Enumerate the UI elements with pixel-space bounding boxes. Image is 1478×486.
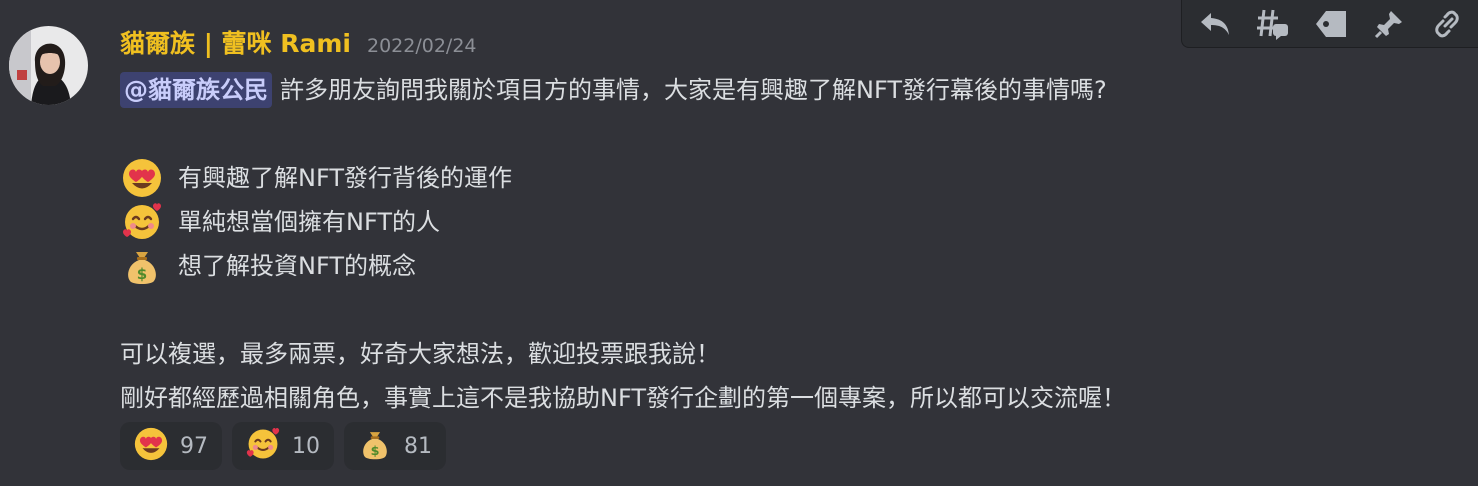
reaction-count: 81 <box>404 433 432 459</box>
create-thread-button[interactable] <box>1244 2 1302 46</box>
message-text: 可以複選，最多兩票，好奇大家想法，歡迎投票跟我說！ <box>120 340 720 368</box>
pin-icon <box>1374 9 1404 39</box>
message-line: @貓爾族公民 許多朋友詢問我關於項目方的事情，大家是有興趣了解NFT發行幕後的事… <box>120 68 1470 112</box>
svg-text:$: $ <box>371 444 380 459</box>
message-line: 剛好都經歷過相關角色，事實上這不是我協助NFT發行企劃的第一個專案，所以都可以交… <box>120 376 1470 420</box>
reaction-smiling-hearts[interactable]: 10 <box>232 422 334 470</box>
reaction-count: 10 <box>292 433 320 459</box>
reactions-bar: 97 10 $ 81 <box>120 422 446 470</box>
svg-text:$: $ <box>137 265 147 283</box>
message-text: 許多朋友詢問我關於項目方的事情，大家是有興趣了解NFT發行幕後的事情嗎? <box>280 76 1107 104</box>
reply-icon <box>1199 10 1231 38</box>
heart-eyes-emoji-icon <box>134 427 168 465</box>
tag-icon <box>1314 9 1348 39</box>
option-line: $ 想了解投資NFT的概念 <box>120 244 1470 288</box>
reply-button[interactable] <box>1186 2 1244 46</box>
option-text: 想了解投資NFT的概念 <box>178 252 416 280</box>
option-text: 單純想當個擁有NFT的人 <box>178 208 440 236</box>
message-text: 剛好都經歷過相關角色，事實上這不是我協助NFT發行企劃的第一個專案，所以都可以交… <box>120 384 1126 412</box>
money-bag-emoji-icon: $ <box>358 427 392 465</box>
option-line: 單純想當個擁有NFT的人 <box>120 200 1470 244</box>
message-actions-toolbar <box>1181 0 1478 48</box>
smiling-face-with-hearts-emoji-icon <box>120 200 164 244</box>
copy-link-button[interactable] <box>1418 2 1476 46</box>
create-thread-icon <box>1256 8 1290 40</box>
reaction-count: 97 <box>180 433 208 459</box>
heart-eyes-emoji-icon <box>120 156 164 200</box>
username[interactable]: 貓爾族 | 蕾咪 Rami <box>120 26 351 62</box>
option-line: 有興趣了解NFT發行背後的運作 <box>120 156 1470 200</box>
avatar[interactable] <box>9 26 88 105</box>
message-line: 可以複選，最多兩票，好奇大家想法，歡迎投票跟我說！ <box>120 332 1470 376</box>
reaction-money-bag[interactable]: $ 81 <box>344 422 446 470</box>
message-content: @貓爾族公民 許多朋友詢問我關於項目方的事情，大家是有興趣了解NFT發行幕後的事… <box>120 68 1470 420</box>
reaction-heart-eyes[interactable]: 97 <box>120 422 222 470</box>
smiling-face-with-hearts-emoji-icon <box>246 427 280 465</box>
pin-message-button[interactable] <box>1360 2 1418 46</box>
timestamp[interactable]: 2022/02/24 <box>367 28 477 64</box>
message-header: 貓爾族 | 蕾咪 Rami 2022/02/24 <box>120 26 477 62</box>
chat-message: 貓爾族 | 蕾咪 Rami 2022/02/24 @貓爾族公民 許多朋友詢問我關… <box>0 0 1478 486</box>
option-text: 有興趣了解NFT發行背後的運作 <box>178 164 512 192</box>
copy-link-icon <box>1432 9 1462 39</box>
money-bag-emoji-icon: $ <box>120 244 164 288</box>
tag-button[interactable] <box>1302 2 1360 46</box>
role-mention[interactable]: @貓爾族公民 <box>120 72 272 108</box>
